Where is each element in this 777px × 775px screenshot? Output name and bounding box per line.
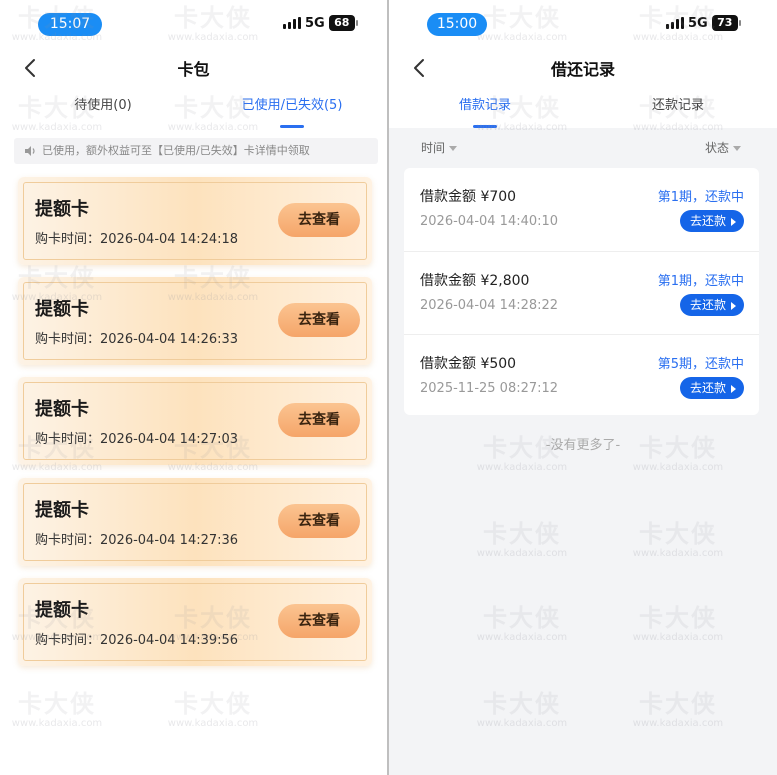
nav-bar: 借还记录 <box>389 48 777 88</box>
battery-level: 73 <box>711 15 738 31</box>
card-wallet-screen: 15:07 5G 68 卡包 待使用(0) 已使用/已失效(5) 已使用，额外权… <box>0 0 387 775</box>
card-title: 提额卡 <box>35 399 89 420</box>
loan-time: 2025-11-25 08:27:12 <box>420 381 559 396</box>
tab-indicator <box>280 125 304 128</box>
loan-records-screen: 15:00 5G 73 借还记录 借款记录 还款记录 时间 状态 借款金额 ¥7… <box>389 0 777 775</box>
card-title: 提额卡 <box>35 199 89 220</box>
tab-label: 待使用(0) <box>74 98 132 113</box>
loan-amount: 借款金额 ¥2,800 <box>420 273 530 289</box>
watermark: 卡大侠www.kadaxia.com <box>476 604 568 643</box>
arrow-right-icon <box>731 217 736 226</box>
coupon-card[interactable]: 提额卡 购卡时间：2026-04-04 14:26:33 去查看 <box>18 277 372 365</box>
caret-down-icon <box>449 146 458 151</box>
loan-amount: 借款金额 ¥500 <box>420 356 517 372</box>
tab-bar: 待使用(0) 已使用/已失效(5) <box>0 92 387 130</box>
loan-status: 第1期，还款中 <box>657 190 744 205</box>
tab-label: 借款记录 <box>458 98 511 113</box>
card-title: 提额卡 <box>35 600 89 621</box>
loan-item[interactable]: 借款金额 ¥2,800 2026-04-04 14:28:22 第1期，还款中 … <box>404 251 759 334</box>
status-filter-label: 状态 <box>704 141 729 155</box>
tab-bar: 借款记录 还款记录 <box>389 92 777 130</box>
battery-icon: 68 <box>328 15 358 31</box>
list-header: 时间 状态 <box>389 139 777 159</box>
status-time: 15:00 <box>427 13 487 36</box>
card-purchase-time: 购卡时间：2026-04-04 14:26:33 <box>35 332 239 347</box>
view-button[interactable]: 去查看 <box>278 604 360 638</box>
speaker-icon <box>25 146 35 156</box>
status-filter[interactable]: 状态 <box>705 139 741 156</box>
network-label: 5G <box>305 15 325 31</box>
end-of-list-text: -没有更多了- <box>545 438 621 453</box>
watermark: 卡大侠www.kadaxia.com <box>632 690 724 729</box>
watermark: 卡大侠www.kadaxia.com <box>632 604 724 643</box>
card-title: 提额卡 <box>35 500 89 521</box>
coupon-card[interactable]: 提额卡 购卡时间：2026-04-04 14:24:18 去查看 <box>18 177 372 265</box>
watermark: 卡大侠www.kadaxia.com <box>167 690 259 729</box>
loan-time: 2026-04-04 14:40:10 <box>420 214 559 229</box>
card-purchase-time: 购卡时间：2026-04-04 14:24:18 <box>35 232 239 247</box>
loan-status: 第5期，还款中 <box>657 357 744 372</box>
card-title: 提额卡 <box>35 299 89 320</box>
tab-unused[interactable]: 待使用(0) <box>58 92 148 122</box>
tab-label: 已使用/已失效(5) <box>241 98 343 113</box>
loan-time: 2026-04-04 14:28:22 <box>420 298 559 313</box>
view-button[interactable]: 去查看 <box>278 203 360 237</box>
repay-button[interactable]: 去还款 <box>679 294 744 316</box>
card-purchase-time: 购卡时间：2026-04-04 14:39:56 <box>35 633 239 648</box>
repay-button[interactable]: 去还款 <box>679 377 744 399</box>
status-bar: 15:00 5G 73 <box>389 0 777 44</box>
repay-button[interactable]: 去还款 <box>679 210 744 232</box>
tab-indicator <box>473 125 497 128</box>
loan-amount: 借款金额 ¥700 <box>420 189 517 205</box>
view-button[interactable]: 去查看 <box>278 403 360 437</box>
coupon-card[interactable]: 提额卡 购卡时间：2026-04-04 14:27:03 去查看 <box>18 377 372 465</box>
arrow-right-icon <box>731 301 736 310</box>
watermark: 卡大侠www.kadaxia.com <box>476 690 568 729</box>
page-title: 卡包 <box>177 60 210 79</box>
view-button[interactable]: 去查看 <box>278 504 360 538</box>
status-time: 15:07 <box>38 13 102 36</box>
view-button[interactable]: 去查看 <box>278 303 360 337</box>
signal-icon <box>666 17 684 29</box>
card-purchase-time: 购卡时间：2026-04-04 14:27:36 <box>35 533 239 548</box>
nav-bar: 卡包 <box>0 48 387 88</box>
loan-item[interactable]: 借款金额 ¥700 2026-04-04 14:40:10 第1期，还款中 去还… <box>404 168 759 251</box>
network-label: 5G <box>688 15 708 31</box>
notice-text: 已使用，额外权益可至【已使用/已失效】卡详情中领取 <box>42 144 310 157</box>
battery-level: 68 <box>328 15 355 31</box>
loan-item[interactable]: 借款金额 ¥500 2025-11-25 08:27:12 第5期，还款中 去还… <box>404 334 759 415</box>
time-filter-label: 时间 <box>421 141 446 155</box>
coupon-card[interactable]: 提额卡 购卡时间：2026-04-04 14:27:36 去查看 <box>18 478 372 566</box>
notice-bar: 已使用，额外权益可至【已使用/已失效】卡详情中领取 <box>14 138 378 164</box>
page-title: 借还记录 <box>550 60 615 79</box>
caret-down-icon <box>733 146 741 151</box>
tab-label: 还款记录 <box>651 98 704 113</box>
tab-used-expired[interactable]: 已使用/已失效(5) <box>232 92 352 128</box>
watermark: 卡大侠www.kadaxia.com <box>632 520 724 559</box>
repay-button-label: 去还款 <box>689 381 726 395</box>
arrow-right-icon <box>731 384 736 393</box>
tab-repayment-records[interactable]: 还款记录 <box>640 92 716 122</box>
watermark: 卡大侠www.kadaxia.com <box>11 690 103 729</box>
battery-icon: 73 <box>711 15 741 31</box>
status-bar: 15:07 5G 68 <box>0 0 387 44</box>
repay-button-label: 去还款 <box>689 298 726 312</box>
loan-status: 第1期，还款中 <box>657 274 744 289</box>
coupon-card[interactable]: 提额卡 购卡时间：2026-04-04 14:39:56 去查看 <box>18 578 372 666</box>
signal-icon <box>283 17 301 29</box>
repay-button-label: 去还款 <box>689 214 726 228</box>
tab-loan-records[interactable]: 借款记录 <box>447 92 523 128</box>
card-purchase-time: 购卡时间：2026-04-04 14:27:03 <box>35 432 239 447</box>
loan-list: 借款金额 ¥700 2026-04-04 14:40:10 第1期，还款中 去还… <box>404 168 759 415</box>
time-filter[interactable]: 时间 <box>421 139 458 156</box>
watermark: 卡大侠www.kadaxia.com <box>476 520 568 559</box>
